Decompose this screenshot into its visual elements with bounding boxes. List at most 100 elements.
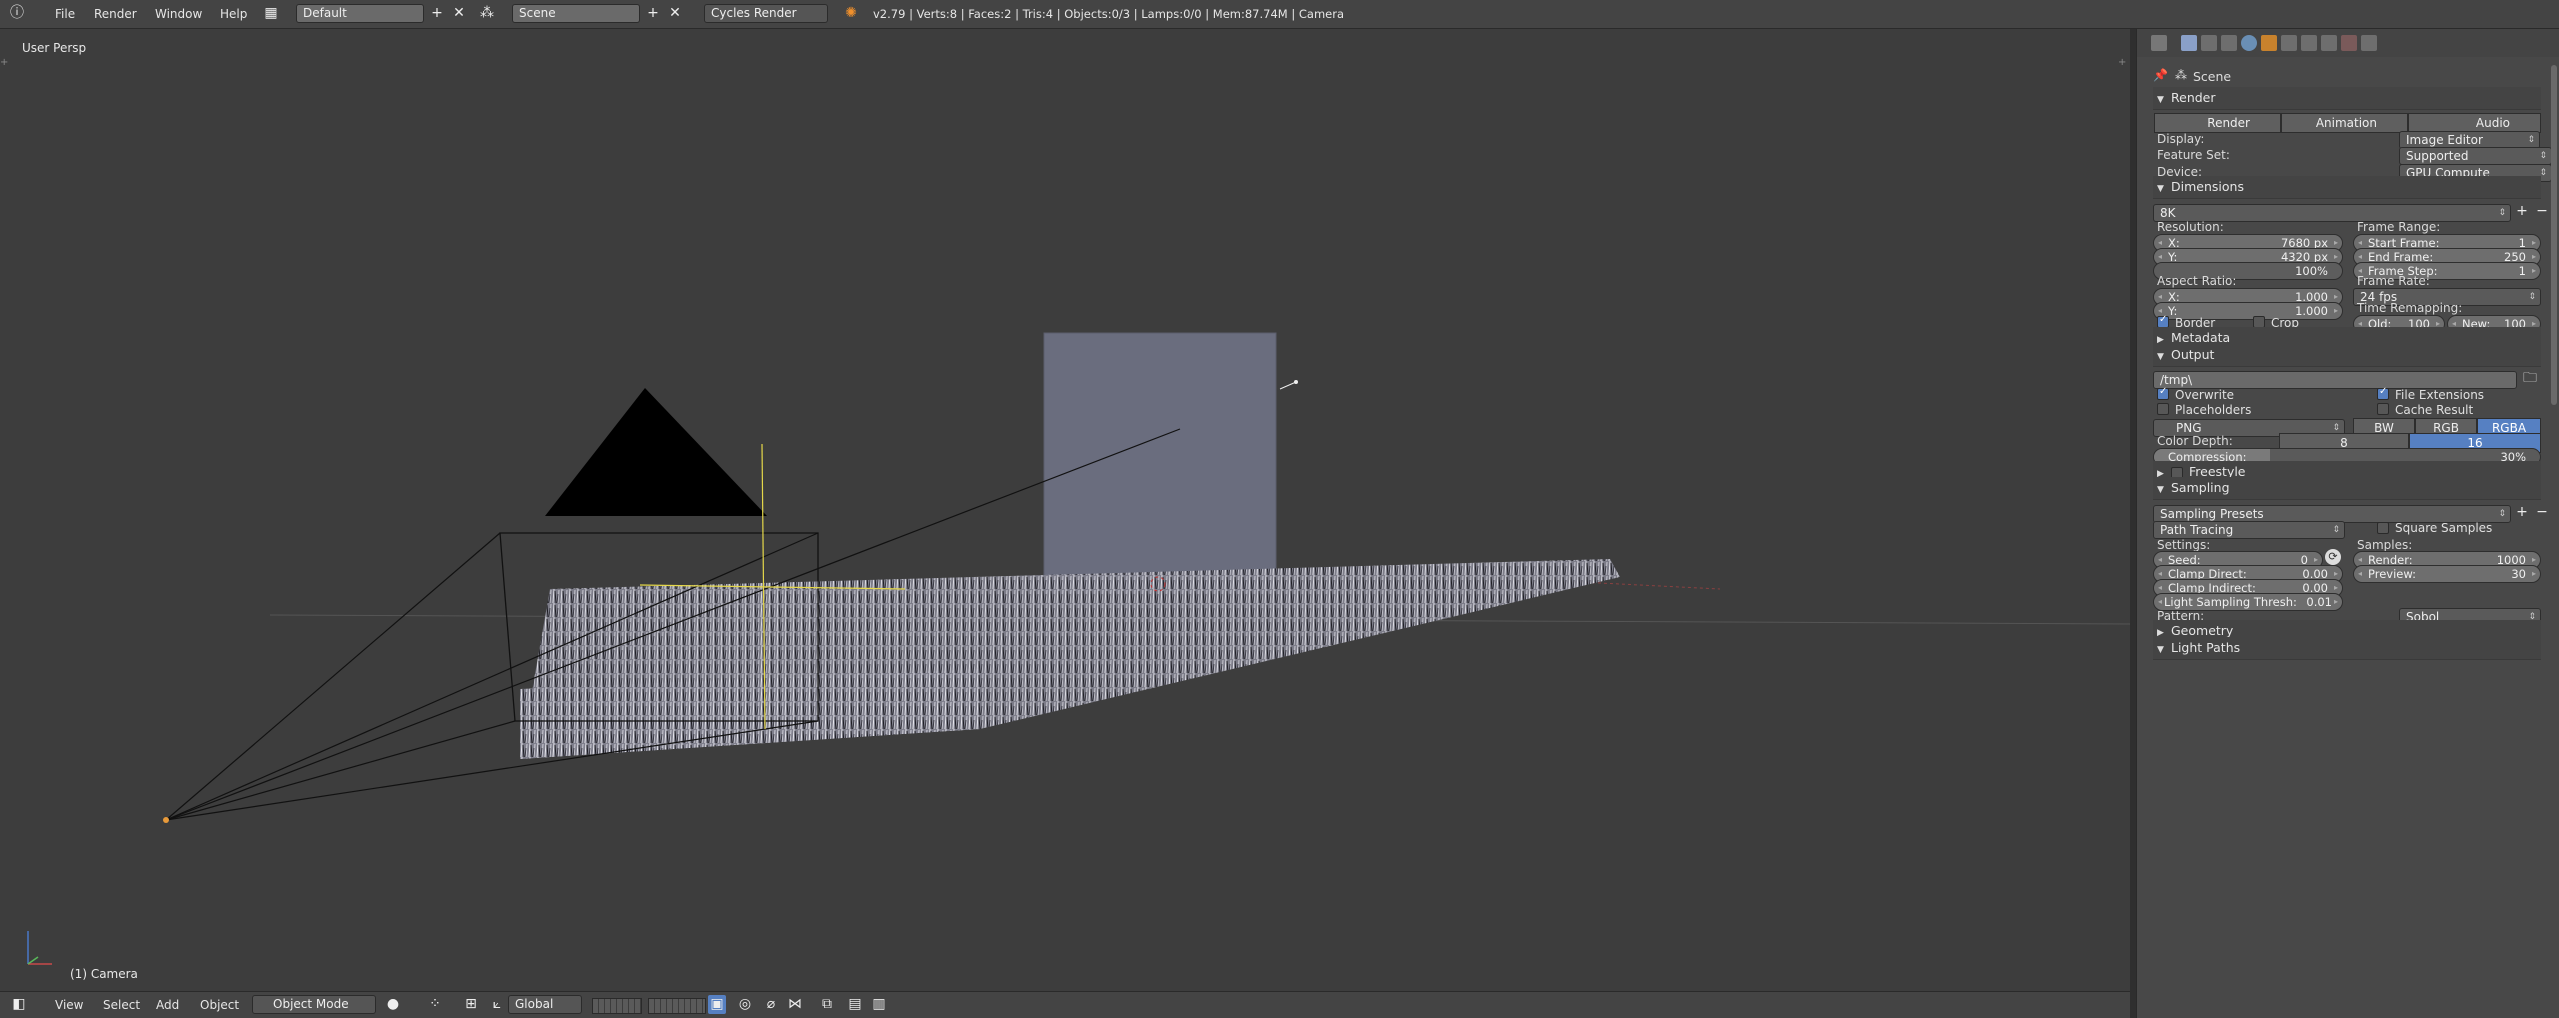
menu-render[interactable]: Render bbox=[94, 7, 137, 21]
lock-layers-icon[interactable]: ▣ bbox=[708, 995, 726, 1014]
physics-tab-icon[interactable] bbox=[2361, 35, 2377, 51]
manipulator-icon[interactable]: ⊞ bbox=[462, 995, 480, 1014]
add-scene-icon[interactable]: + bbox=[644, 4, 662, 23]
world-tab-icon[interactable] bbox=[2241, 35, 2257, 51]
3d-viewport[interactable]: User Persp (1) Camera + + bbox=[0, 29, 2130, 991]
remove-scene-icon[interactable]: ✕ bbox=[666, 4, 684, 23]
render-clip-icon[interactable]: ▥ bbox=[870, 995, 888, 1014]
x-axis-line bbox=[1579, 581, 1721, 590]
render-animation-icon[interactable]: ▤ bbox=[846, 995, 864, 1014]
modifiers-tab-icon[interactable] bbox=[2301, 35, 2317, 51]
remove-layout-icon[interactable]: ✕ bbox=[450, 4, 468, 23]
orientation-icon[interactable]: ⟀ bbox=[488, 995, 506, 1014]
layers-grid[interactable] bbox=[592, 998, 642, 1014]
settings-label: Settings: bbox=[2157, 538, 2211, 552]
pyramid-object bbox=[545, 388, 767, 516]
menu-view[interactable]: View bbox=[55, 998, 83, 1012]
context-label: Scene bbox=[2193, 69, 2232, 84]
add-layout-icon[interactable]: + bbox=[428, 4, 446, 23]
render-button[interactable]: Render bbox=[2154, 113, 2281, 133]
properties-scrollbar[interactable] bbox=[2551, 65, 2557, 405]
samples-label: Samples: bbox=[2357, 538, 2413, 552]
scene-name-field[interactable]: Scene bbox=[512, 4, 640, 23]
file-extensions-checkbox[interactable] bbox=[2377, 386, 2389, 400]
layers-grid[interactable] bbox=[648, 998, 706, 1014]
time-remapping-label: Time Remapping: bbox=[2357, 301, 2463, 315]
object-tab-icon[interactable] bbox=[2261, 35, 2277, 51]
plane-object bbox=[1043, 332, 1277, 594]
layout-name-field[interactable]: Default bbox=[296, 4, 424, 23]
blender-logo-icon: ✺ bbox=[845, 5, 857, 21]
sampling-panel-header[interactable]: ▼ Sampling bbox=[2153, 477, 2541, 500]
color-depth-label: Color Depth: bbox=[2157, 434, 2233, 448]
aspect-ratio-label: Aspect Ratio: bbox=[2157, 274, 2237, 288]
integrator-dropdown[interactable]: Path Tracing ⇕ bbox=[2153, 521, 2345, 539]
folder-icon[interactable]: 🗀 bbox=[2521, 369, 2539, 388]
data-tab-icon[interactable] bbox=[2321, 35, 2337, 51]
menu-select[interactable]: Select bbox=[103, 998, 140, 1012]
cache-result-label: Cache Result bbox=[2395, 403, 2474, 417]
render-tab-icon[interactable] bbox=[2181, 35, 2197, 51]
camera-origin-dot bbox=[163, 817, 169, 823]
render-panel-header[interactable]: ▼ Render bbox=[2153, 87, 2541, 110]
scene-icon[interactable]: ⁂ bbox=[478, 4, 496, 23]
add-sampling-preset-icon[interactable]: + bbox=[2513, 503, 2531, 522]
placeholders-checkbox[interactable] bbox=[2157, 403, 2169, 415]
screen-layout-icon[interactable]: ▦ bbox=[262, 4, 280, 23]
menu-file[interactable]: File bbox=[55, 7, 75, 21]
editor-type-icon[interactable]: ◧ bbox=[10, 995, 28, 1014]
orientation-dropdown[interactable]: Global bbox=[508, 995, 582, 1014]
opengl-render-icon[interactable]: ⧉ bbox=[818, 995, 836, 1014]
shading-icon[interactable]: ● bbox=[384, 995, 402, 1014]
render-layers-tab-icon[interactable] bbox=[2201, 35, 2217, 51]
cache-result-checkbox[interactable] bbox=[2377, 403, 2389, 415]
texture-tab-icon[interactable] bbox=[2341, 35, 2357, 51]
menu-help[interactable]: Help bbox=[220, 7, 247, 21]
pin-icon[interactable]: 📌 bbox=[2153, 68, 2168, 82]
viewport-header: ◧ View Select Add Object Object Mode ● ⁘… bbox=[0, 991, 2130, 1018]
light-dot bbox=[1294, 380, 1298, 384]
snap-icon[interactable]: ⌀ bbox=[762, 995, 780, 1014]
square-samples-checkbox[interactable] bbox=[2377, 522, 2389, 534]
properties-editor: 📌 ⁂ Scene ▼ Render Render Animation Audio… bbox=[2136, 29, 2559, 1018]
feature-set-dropdown[interactable]: Supported ⇕ bbox=[2399, 147, 2552, 165]
preview-samples-field[interactable]: ◂ Preview: 30 ▸ bbox=[2353, 565, 2541, 583]
render-engine-dropdown[interactable]: Cycles Render bbox=[704, 4, 828, 23]
resolution-label: Resolution: bbox=[2157, 220, 2224, 234]
snap-element-icon[interactable]: ⋈ bbox=[786, 995, 804, 1014]
overwrite-label: Overwrite bbox=[2175, 388, 2235, 402]
proportional-edit-icon[interactable]: ◎ bbox=[736, 995, 754, 1014]
info-editor-icon[interactable]: ⓘ bbox=[8, 4, 26, 23]
editor-type-icon[interactable] bbox=[2151, 35, 2167, 51]
axis-widget bbox=[27, 956, 39, 965]
scene-tab-icon[interactable] bbox=[2221, 35, 2237, 51]
pivot-icon[interactable]: ⁘ bbox=[426, 995, 444, 1014]
light-paths-panel-header[interactable]: ▼ Light Paths bbox=[2153, 637, 2541, 660]
camera-ray bbox=[165, 720, 516, 821]
menu-object[interactable]: Object bbox=[200, 998, 239, 1012]
mode-dropdown[interactable]: Object Mode bbox=[252, 995, 376, 1014]
output-panel-header[interactable]: ▼ Output bbox=[2153, 344, 2541, 367]
output-path-field[interactable]: /tmp\ bbox=[2153, 371, 2517, 389]
audio-button[interactable]: Audio bbox=[2408, 113, 2541, 133]
remove-preset-icon[interactable]: − bbox=[2533, 202, 2551, 221]
placeholders-label: Placeholders bbox=[2175, 403, 2252, 417]
overwrite-checkbox[interactable] bbox=[2157, 386, 2169, 400]
active-object-label: (1) Camera bbox=[70, 967, 138, 981]
add-preset-icon[interactable]: + bbox=[2513, 202, 2531, 221]
view-label: User Persp bbox=[22, 41, 87, 55]
remove-sampling-preset-icon[interactable]: − bbox=[2533, 503, 2551, 522]
frame-range-label: Frame Range: bbox=[2357, 220, 2441, 234]
display-label: Display: bbox=[2157, 132, 2205, 146]
constraints-tab-icon[interactable] bbox=[2281, 35, 2297, 51]
menu-add[interactable]: Add bbox=[156, 998, 179, 1012]
feature-set-label: Feature Set: bbox=[2157, 148, 2230, 162]
viewport-scene bbox=[27, 332, 2130, 965]
dimensions-panel-header[interactable]: ▼ Dimensions bbox=[2153, 176, 2541, 199]
animated-seed-icon[interactable]: ⟳ bbox=[2325, 549, 2341, 565]
stats-text: v2.79 | Verts:8 | Faces:2 | Tris:4 | Obj… bbox=[873, 7, 1345, 21]
menu-window[interactable]: Window bbox=[155, 7, 202, 21]
region-toggle-icon[interactable]: + bbox=[0, 57, 8, 68]
animation-button[interactable]: Animation bbox=[2281, 113, 2408, 133]
region-toggle-icon[interactable]: + bbox=[2118, 57, 2126, 68]
